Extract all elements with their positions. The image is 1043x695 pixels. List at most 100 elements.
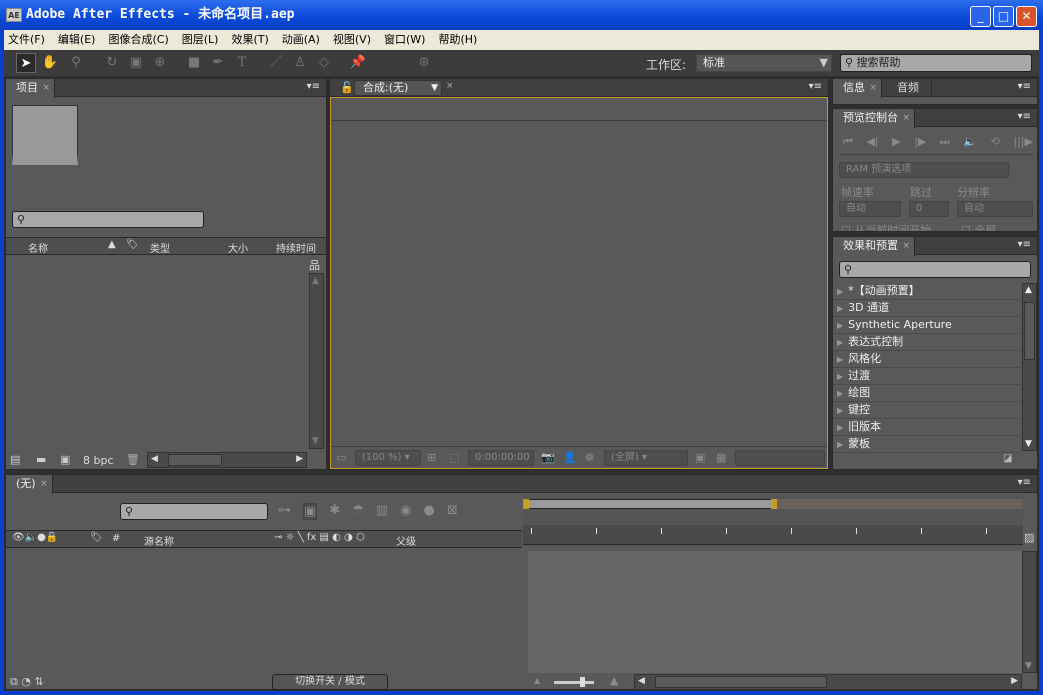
magnification-select[interactable]: (100 %) ▾ — [355, 450, 421, 466]
ram-preview-icon[interactable]: |||▶ — [1013, 135, 1033, 149]
ram-preview-options-select[interactable]: RAM 预演选项 — [839, 162, 1009, 178]
panel-menu-icon[interactable]: ▾≡ — [1018, 81, 1031, 92]
list-item[interactable]: ▶ *【动画预置】 — [833, 283, 1021, 300]
panel-menu-icon[interactable]: ▾≡ — [1018, 477, 1031, 488]
puppet-pin-tool-icon[interactable]: 📌 — [348, 53, 368, 73]
sort-arrow-icon[interactable]: ▲ — [108, 239, 116, 250]
composition-dropdown[interactable]: 合成:(无) ▼ — [354, 80, 442, 96]
draft-3d-icon[interactable]: ✱ — [329, 503, 340, 520]
close-icon[interactable]: × — [869, 79, 877, 97]
timeline-vertical-scrollbar[interactable]: ▼ — [1022, 551, 1037, 673]
toggle-switches-modes-button[interactable]: 切换开关 / 模式 — [272, 674, 388, 690]
axis-mode-icon[interactable]: ⊛ — [414, 53, 434, 73]
list-item[interactable]: ▶ 键控 — [833, 402, 1021, 419]
horizontal-scrollbar[interactable]: ◀ ▶ — [147, 452, 307, 468]
panel-menu-icon[interactable]: ▾≡ — [1018, 239, 1031, 250]
column-type[interactable]: 类型 — [150, 240, 170, 255]
search-help-input[interactable]: ⚲ 搜索帮助 — [840, 54, 1032, 72]
rectangle-tool-icon[interactable]: ■ — [184, 53, 204, 73]
channels-icon[interactable]: ❁ — [585, 451, 594, 464]
camera-tool-icon[interactable]: ▣ — [126, 53, 146, 73]
list-item[interactable]: ▶ Synthetic Aperture — [833, 317, 1021, 334]
tab-timeline[interactable]: (无) × — [6, 475, 53, 494]
resolution-select[interactable]: 自动 — [957, 201, 1033, 217]
comp-mini-flowchart-icon[interactable]: ⊶ — [278, 503, 291, 520]
clone-stamp-tool-icon[interactable]: ♙ — [290, 53, 310, 73]
menu-view[interactable]: 视图(V) — [333, 30, 371, 50]
close-button[interactable]: ✕ — [1016, 6, 1037, 27]
close-icon[interactable]: × — [40, 475, 48, 493]
previous-frame-icon[interactable]: ◀| — [866, 135, 878, 149]
zoom-slider[interactable] — [554, 677, 594, 687]
loop-icon[interactable]: ⟲ — [991, 135, 1000, 149]
av-switches-icon[interactable]: 👁🔈●🔒 — [12, 532, 58, 543]
minimize-button[interactable]: _ — [970, 6, 991, 27]
brush-tool-icon[interactable]: ／ — [266, 53, 286, 73]
layer-switches-icon[interactable]: ⊸ ☼ ╲ fx ▤ ◐ ◑ ⬡ — [274, 532, 365, 543]
time-ruler[interactable] — [523, 495, 1023, 547]
label-tag-icon[interactable]: 🏷 — [90, 532, 103, 543]
column-number[interactable]: # — [112, 533, 120, 544]
work-area-start-handle[interactable] — [523, 499, 529, 509]
pan-behind-tool-icon[interactable]: ⊕ — [150, 53, 170, 73]
menu-composition[interactable]: 图像合成(C) — [108, 30, 168, 50]
text-tool-icon[interactable]: T — [232, 53, 252, 73]
menu-file[interactable]: 文件(F) — [8, 30, 45, 50]
tab-audio[interactable]: 音频 — [885, 79, 932, 97]
selection-tool-icon[interactable]: ➤ — [16, 53, 36, 73]
work-area-bar[interactable] — [525, 499, 775, 509]
vertical-scrollbar[interactable]: ▲ ▼ — [1022, 283, 1037, 451]
list-item[interactable]: ▶ 蒙板 — [833, 436, 1021, 453]
new-bin-icon[interactable]: ◪ — [1003, 453, 1012, 464]
column-source-name[interactable]: 源名称 — [144, 533, 174, 548]
play-icon[interactable]: ▶ — [892, 135, 900, 149]
close-icon[interactable]: × — [902, 237, 910, 255]
new-composition-icon[interactable]: ▣ — [60, 453, 70, 466]
list-item[interactable]: ▶ 绘图 — [833, 385, 1021, 402]
menu-effect[interactable]: 效果(T) — [231, 30, 268, 50]
vertical-scrollbar[interactable]: ▲ ▼ — [309, 273, 324, 449]
column-name[interactable]: 名称 — [28, 240, 48, 255]
lock-icon[interactable]: 🔓 — [340, 81, 354, 94]
column-duration[interactable]: 持续时间 — [276, 240, 316, 255]
layer-switches-toggle-icon[interactable]: ⧉ ◔ ⇅ — [10, 675, 44, 689]
skip-select[interactable]: 0 — [909, 201, 949, 217]
list-item[interactable]: ▶ 3D 通道 — [833, 300, 1021, 317]
transparency-grid-icon[interactable]: ▦ — [716, 451, 726, 464]
fullscreen-checkbox[interactable]: ☐ 全屏 — [961, 222, 996, 231]
view-select[interactable] — [735, 450, 825, 466]
flowchart-icon[interactable]: 品 — [309, 257, 320, 273]
graph-editor-icon[interactable]: ⊠ — [447, 503, 458, 520]
menu-window[interactable]: 窗口(W) — [384, 30, 425, 50]
menu-edit[interactable]: 编辑(E) — [58, 30, 96, 50]
audio-icon[interactable]: 🔈 — [963, 135, 977, 149]
panel-menu-icon[interactable]: ▾≡ — [307, 81, 320, 92]
zoom-out-icon[interactable]: ▲ — [534, 676, 540, 685]
menu-help[interactable]: 帮助(H) — [438, 30, 477, 50]
show-snapshot-icon[interactable]: 👤 — [563, 451, 577, 464]
project-search-input[interactable]: ⚲ — [12, 211, 204, 228]
interpret-footage-icon[interactable]: ▤ — [10, 453, 20, 466]
maximize-button[interactable]: □ — [993, 6, 1014, 27]
workspace-select[interactable]: 标准 ▼ — [696, 54, 832, 72]
bit-depth-button[interactable]: 8 bpc — [83, 454, 114, 467]
timecode-display[interactable]: 0:00:00:00 — [468, 450, 534, 466]
first-frame-icon[interactable]: ⏮ — [843, 135, 853, 149]
column-parent[interactable]: 父级 — [396, 533, 416, 548]
pen-tool-icon[interactable]: ✒ — [208, 53, 228, 73]
frame-rate-select[interactable]: 自动 — [839, 201, 901, 217]
tab-info[interactable]: 信息 × — [833, 79, 882, 98]
composition-viewer[interactable]: ▭ (100 %) ▾ ⊞ ⬚ 0:00:00:00 📷 👤 ❁ (全屏) ▾ … — [330, 97, 828, 469]
trash-icon[interactable]: 🗑 — [126, 453, 140, 466]
mask-visibility-icon[interactable]: ⬚ — [449, 451, 459, 464]
live-update-icon[interactable]: ▣ — [303, 503, 318, 520]
roi-icon[interactable]: ▣ — [695, 451, 705, 464]
timeline-search-input[interactable]: ⚲ — [120, 503, 268, 520]
tab-project[interactable]: 项目 × — [6, 79, 55, 98]
timeline-horizontal-scrollbar[interactable]: ◀ ▶ — [634, 674, 1022, 690]
hand-tool-icon[interactable]: ✋ — [40, 53, 60, 73]
list-item[interactable]: ▶ 风格化 — [833, 351, 1021, 368]
menu-animation[interactable]: 动画(A) — [282, 30, 320, 50]
list-item[interactable]: ▶ 旧版本 — [833, 419, 1021, 436]
tab-preview[interactable]: 预览控制台 × — [833, 109, 915, 128]
